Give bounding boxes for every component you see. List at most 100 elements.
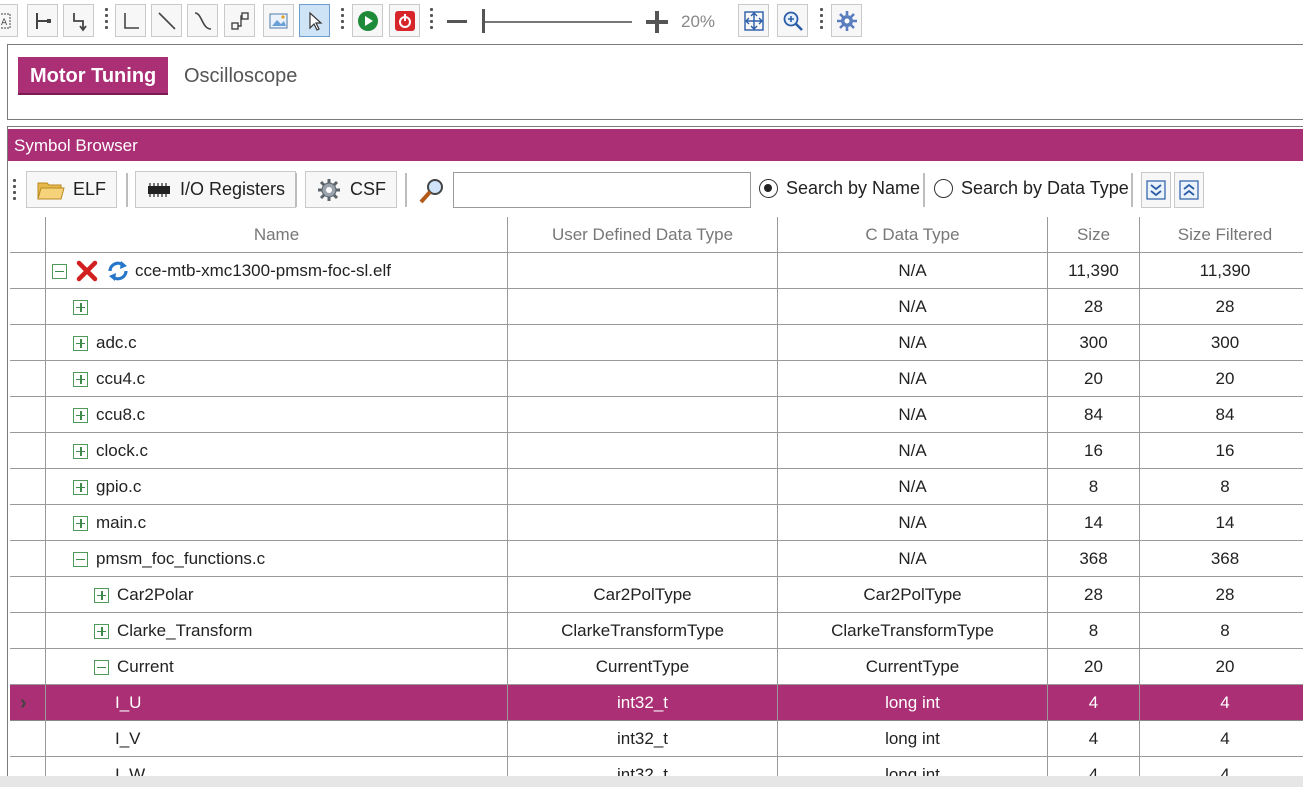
table-row[interactable]: clock.c N/A 16 16 — [10, 433, 1303, 469]
image-insert-button[interactable] — [263, 4, 294, 37]
search-by-name-radio[interactable]: Search by Name — [759, 178, 920, 199]
size-filtered-cell[interactable]: 14 — [1140, 505, 1303, 541]
expand-icon[interactable] — [73, 515, 88, 531]
size-filtered-cell[interactable]: 8 — [1140, 469, 1303, 505]
row-header-cell[interactable] — [10, 325, 46, 361]
name-cell[interactable]: pmsm_foc_functions.c — [46, 541, 508, 577]
size-filtered-cell[interactable]: 4 — [1140, 685, 1303, 721]
user-defined-type-cell[interactable]: CurrentType — [508, 649, 778, 685]
size-cell[interactable]: 4 — [1048, 721, 1140, 757]
wire-route-button[interactable] — [63, 4, 94, 37]
column-header-size[interactable]: Size — [1048, 217, 1140, 253]
tree-connector-button[interactable] — [27, 4, 58, 37]
row-header-cell[interactable] — [10, 469, 46, 505]
name-cell[interactable]: I_U — [46, 685, 508, 721]
search-by-data-type-radio[interactable]: Search by Data Type — [934, 178, 1129, 199]
collapse-icon[interactable] — [94, 659, 109, 675]
table-row[interactable]: Clarke_Transform ClarkeTransformType Clark… — [10, 613, 1303, 649]
c-data-type-cell[interactable]: N/A — [778, 469, 1048, 505]
column-header-size-filtered[interactable]: Size Filtered — [1140, 217, 1303, 253]
user-defined-type-cell[interactable] — [508, 505, 778, 541]
size-cell[interactable]: 20 — [1048, 361, 1140, 397]
user-defined-type-cell[interactable]: ClarkeTransformType — [508, 613, 778, 649]
expand-icon[interactable] — [73, 407, 88, 423]
row-header-cell[interactable] — [10, 289, 46, 325]
step-line-button[interactable] — [115, 4, 146, 37]
pointer-button[interactable] — [299, 4, 330, 37]
zoom-in-plus-icon[interactable] — [646, 11, 668, 33]
curve-line-button[interactable] — [187, 4, 218, 37]
table-row[interactable]: pmsm_foc_functions.c N/A 368 368 — [10, 541, 1303, 577]
user-defined-type-cell[interactable] — [508, 325, 778, 361]
row-header-cell[interactable] — [10, 253, 46, 289]
table-row[interactable]: ccu8.c N/A 84 84 — [10, 397, 1303, 433]
size-cell[interactable]: 14 — [1048, 505, 1140, 541]
user-defined-type-cell[interactable] — [508, 253, 778, 289]
expand-icon[interactable] — [94, 623, 109, 639]
c-data-type-cell[interactable]: long int — [778, 721, 1048, 757]
c-data-type-cell[interactable]: ClarkeTransformType — [778, 613, 1048, 649]
c-data-type-cell[interactable]: long int — [778, 685, 1048, 721]
table-row[interactable]: gpio.c N/A 8 8 — [10, 469, 1303, 505]
size-cell[interactable]: 8 — [1048, 613, 1140, 649]
stop-button[interactable] — [389, 4, 420, 37]
c-data-type-cell[interactable]: Car2PolType — [778, 577, 1048, 613]
size-filtered-cell[interactable]: 28 — [1140, 289, 1303, 325]
size-cell[interactable]: 368 — [1048, 541, 1140, 577]
user-defined-type-cell[interactable]: Car2PolType — [508, 577, 778, 613]
name-cell[interactable]: Clarke_Transform — [46, 613, 508, 649]
collapse-icon[interactable] — [73, 551, 88, 567]
user-defined-type-cell[interactable] — [508, 397, 778, 433]
size-filtered-cell[interactable]: 300 — [1140, 325, 1303, 361]
name-cell[interactable]: gpio.c — [46, 469, 508, 505]
table-row[interactable]: I_V int32_t long int 4 4 — [10, 721, 1303, 757]
c-data-type-cell[interactable]: N/A — [778, 253, 1048, 289]
expand-icon[interactable] — [73, 371, 88, 387]
fit-to-view-button[interactable] — [738, 4, 769, 37]
row-header-cell[interactable] — [10, 649, 46, 685]
name-cell[interactable]: ccu8.c — [46, 397, 508, 433]
expand-icon[interactable] — [73, 299, 88, 315]
c-data-type-cell[interactable]: CurrentType — [778, 649, 1048, 685]
user-defined-type-cell[interactable] — [508, 541, 778, 577]
c-data-type-cell[interactable]: N/A — [778, 361, 1048, 397]
row-header-cell[interactable] — [10, 397, 46, 433]
size-cell[interactable]: 16 — [1048, 433, 1140, 469]
horizontal-scrollbar[interactable] — [0, 776, 1303, 787]
table-row[interactable]: › I_U int32_t long int 4 4 — [10, 685, 1303, 721]
run-button[interactable] — [352, 4, 383, 37]
row-header-cell[interactable] — [10, 541, 46, 577]
size-cell[interactable]: 8 — [1048, 469, 1140, 505]
zoom-in-button[interactable] — [777, 4, 808, 37]
size-filtered-cell[interactable]: 28 — [1140, 577, 1303, 613]
name-cell[interactable]: main.c — [46, 505, 508, 541]
tab-oscilloscope[interactable]: Oscilloscope — [172, 57, 309, 95]
zoom-slider-thumb[interactable] — [482, 9, 485, 33]
csf-button[interactable]: CSF — [305, 171, 397, 208]
row-header-cell[interactable] — [10, 505, 46, 541]
size-filtered-cell[interactable]: 20 — [1140, 361, 1303, 397]
name-cell[interactable]: adc.c — [46, 325, 508, 361]
expand-icon[interactable] — [94, 587, 109, 603]
user-defined-type-cell[interactable]: int32_t — [508, 721, 778, 757]
row-header-cell[interactable] — [10, 613, 46, 649]
diagonal-line-button[interactable] — [151, 4, 182, 37]
zoom-slider[interactable] — [482, 21, 632, 23]
elf-button[interactable]: ELF — [26, 171, 118, 208]
expand-icon[interactable] — [73, 443, 88, 459]
table-row[interactable]: N/A 28 28 — [10, 289, 1303, 325]
size-cell[interactable]: 4 — [1048, 685, 1140, 721]
user-defined-type-cell[interactable] — [508, 433, 778, 469]
name-cell[interactable]: I_V — [46, 721, 508, 757]
expand-icon[interactable] — [73, 479, 88, 495]
size-cell[interactable]: 28 — [1048, 577, 1140, 613]
zoom-out-icon[interactable] — [447, 20, 467, 23]
row-header-cell[interactable] — [10, 361, 46, 397]
row-header-cell[interactable] — [10, 433, 46, 469]
collapse-all-button[interactable] — [1174, 172, 1204, 208]
symbol-search-input[interactable] — [453, 172, 751, 208]
user-defined-type-cell[interactable] — [508, 469, 778, 505]
row-header-cell[interactable] — [10, 577, 46, 613]
collapse-icon[interactable] — [52, 263, 67, 279]
user-defined-type-cell[interactable] — [508, 361, 778, 397]
